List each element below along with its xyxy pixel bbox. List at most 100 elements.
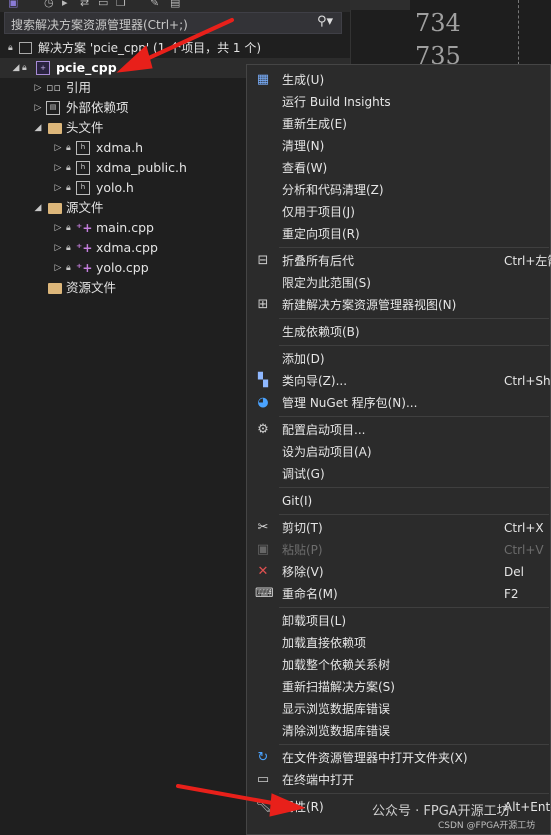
nuget-icon: ◕ bbox=[257, 395, 269, 410]
folder-icon bbox=[48, 123, 62, 134]
folder-icon bbox=[48, 203, 62, 214]
menu-item[interactable]: 清除浏览数据库错误 bbox=[247, 720, 551, 742]
menu-item-label: 仅用于项目(J) bbox=[282, 205, 355, 219]
collapsed-arrow-icon[interactable]: ▷ bbox=[53, 238, 63, 258]
collapse-icon: ⊟ bbox=[257, 253, 269, 268]
menu-item-label: 管理 NuGet 程序包(N)... bbox=[282, 396, 418, 410]
collapsed-arrow-icon[interactable]: ▷ bbox=[33, 78, 43, 98]
solution-icon bbox=[19, 42, 32, 54]
menu-item[interactable]: 限定为此范围(S) bbox=[247, 272, 551, 294]
menu-item-label: 清除浏览数据库错误 bbox=[282, 724, 391, 738]
menu-item[interactable]: 分析和代码清理(Z) bbox=[247, 179, 551, 201]
menu-item[interactable]: ⊞ 新建解决方案资源管理器视图(N) bbox=[247, 294, 551, 316]
open-folder-icon: ↻ bbox=[257, 750, 269, 765]
explorer-toolbar: ▣ ◷ ▸ ⇄ ▭ ❐ ✎ ▤ bbox=[0, 0, 350, 12]
menu-item[interactable]: 添加(D) bbox=[247, 348, 551, 370]
search-input[interactable]: 搜索解决方案资源管理器(Ctrl+;) bbox=[11, 16, 188, 33]
header-file-icon: h bbox=[76, 161, 90, 175]
project-icon: + bbox=[36, 61, 50, 75]
menu-item[interactable]: 清理(N) bbox=[247, 135, 551, 157]
menu-item[interactable]: ▦ 生成(U) bbox=[247, 69, 551, 91]
expanded-arrow-icon[interactable]: ◢ bbox=[33, 118, 43, 138]
tree-item-label: yolo.cpp bbox=[96, 260, 149, 275]
menu-item[interactable]: ⊟ 折叠所有后代 Ctrl+左箭 bbox=[247, 250, 551, 272]
tree-item-label: xdma.cpp bbox=[96, 240, 158, 255]
menu-item-label: 折叠所有后代 bbox=[282, 254, 355, 268]
preview-icon[interactable]: ▤ bbox=[170, 0, 180, 10]
copy-icon[interactable]: ❐ bbox=[116, 0, 126, 10]
menu-item[interactable]: 调试(G) bbox=[247, 463, 551, 485]
menu-separator bbox=[279, 345, 549, 346]
menu-item-shortcut: Ctrl+V bbox=[504, 543, 544, 557]
context-menu: ▦ 生成(U) 运行 Build Insights 重新生成(E) 清理(N) 查看(W)… bbox=[246, 64, 551, 835]
menu-item[interactable]: 加载整个依赖关系树 bbox=[247, 654, 551, 676]
menu-item-label: 剪切(T) bbox=[282, 521, 323, 535]
sync-icon[interactable]: ⇄ bbox=[80, 0, 89, 10]
new-view-icon: ⊞ bbox=[257, 297, 269, 312]
collapsed-arrow-icon[interactable]: ▷ bbox=[53, 138, 63, 158]
menu-item-shortcut: Ctrl+左箭 bbox=[504, 254, 551, 268]
collapsed-arrow-icon[interactable]: ▷ bbox=[53, 178, 63, 198]
tree-item-label: 引用 bbox=[66, 80, 92, 95]
lock-icon: 🔒︎ bbox=[66, 223, 71, 233]
menu-item[interactable]: 仅用于项目(J) bbox=[247, 201, 551, 223]
tree-item-label: 源文件 bbox=[66, 200, 104, 215]
menu-item[interactable]: ▭ 在终端中打开 bbox=[247, 769, 551, 791]
menu-item-shortcut: Del bbox=[504, 565, 524, 579]
header-file-icon: h bbox=[76, 181, 90, 195]
lock-icon: 🔒︎ bbox=[66, 243, 71, 253]
menu-item-label: 查看(W) bbox=[282, 161, 328, 175]
search-box[interactable]: 搜索解决方案资源管理器(Ctrl+;) ⚲▾ bbox=[4, 12, 342, 34]
menu-item: ▣ 粘贴(P) Ctrl+V bbox=[247, 539, 551, 561]
menu-item[interactable]: 加载直接依赖项 bbox=[247, 632, 551, 654]
menu-separator bbox=[279, 793, 549, 794]
line-number: 734 bbox=[415, 9, 461, 37]
solution-row[interactable]: 🔒︎ 解决方案 'pcie_cpp' (1 个项目，共 1 个) bbox=[0, 38, 350, 58]
paste-icon: ▣ bbox=[256, 542, 270, 557]
menu-item[interactable]: ✕ 移除(V) Del bbox=[247, 561, 551, 583]
menu-item[interactable]: ⌨ 重命名(M) F2 bbox=[247, 583, 551, 605]
collapsed-arrow-icon[interactable]: ▷ bbox=[53, 218, 63, 238]
menu-item[interactable]: ✂ 剪切(T) Ctrl+X bbox=[247, 517, 551, 539]
tree-item-label: 外部依赖项 bbox=[66, 100, 129, 115]
menu-item[interactable]: ⚙ 配置启动项目... bbox=[247, 419, 551, 441]
collapse-all-icon[interactable]: ▭ bbox=[98, 0, 108, 10]
header-file-icon: h bbox=[76, 141, 90, 155]
menu-separator bbox=[279, 247, 549, 248]
menu-item[interactable]: 查看(W) bbox=[247, 157, 551, 179]
menu-item[interactable]: 重新扫描解决方案(S) bbox=[247, 676, 551, 698]
menu-item[interactable]: 设为启动项目(A) bbox=[247, 441, 551, 463]
forward-icon[interactable]: ▸ bbox=[62, 0, 68, 10]
menu-item[interactable]: 重定向项目(R) bbox=[247, 223, 551, 245]
collapsed-arrow-icon[interactable]: ▷ bbox=[53, 158, 63, 178]
vs-icon[interactable]: ▣ bbox=[8, 0, 18, 10]
collapsed-arrow-icon[interactable]: ▷ bbox=[53, 258, 63, 278]
menu-item-label: 重命名(M) bbox=[282, 587, 338, 601]
lock-icon: 🔒︎ bbox=[8, 43, 13, 53]
menu-item[interactable]: 重新生成(E) bbox=[247, 113, 551, 135]
menu-item[interactable]: 卸载项目(L) bbox=[247, 610, 551, 632]
history-icon[interactable]: ◷ bbox=[44, 0, 54, 10]
expanded-arrow-icon[interactable]: ◢ bbox=[11, 58, 21, 78]
lock-icon: 🔒︎ bbox=[66, 143, 71, 153]
remove-icon: ✕ bbox=[257, 564, 269, 579]
menu-item[interactable]: ◕ 管理 NuGet 程序包(N)... bbox=[247, 392, 551, 414]
cpp-file-icon: ⁺+ bbox=[76, 241, 93, 255]
menu-item[interactable]: 显示浏览数据库错误 bbox=[247, 698, 551, 720]
menu-item[interactable]: 运行 Build Insights bbox=[247, 91, 551, 113]
wrench-icon[interactable]: ✎ bbox=[150, 0, 159, 10]
cpp-file-icon: ⁺+ bbox=[76, 261, 93, 275]
menu-item[interactable]: ↻ 在文件资源管理器中打开文件夹(X) bbox=[247, 747, 551, 769]
cut-icon: ✂ bbox=[257, 520, 269, 535]
menu-item[interactable]: ▚ 类向导(Z)... Ctrl+Shif bbox=[247, 370, 551, 392]
expanded-arrow-icon[interactable]: ◢ bbox=[33, 198, 43, 218]
solution-label: 解决方案 'pcie_cpp' (1 个项目，共 1 个) bbox=[38, 41, 262, 55]
lock-icon: 🔒︎ bbox=[22, 63, 27, 73]
menu-item-shortcut: Ctrl+Shif bbox=[504, 374, 551, 388]
lock-icon: 🔒︎ bbox=[66, 183, 71, 193]
class-wizard-icon: ▚ bbox=[258, 373, 268, 388]
menu-item[interactable]: Git(I) bbox=[247, 490, 551, 512]
collapsed-arrow-icon[interactable]: ▷ bbox=[33, 98, 43, 118]
search-icon[interactable]: ⚲▾ bbox=[317, 14, 333, 29]
menu-item[interactable]: 生成依赖项(B) bbox=[247, 321, 551, 343]
